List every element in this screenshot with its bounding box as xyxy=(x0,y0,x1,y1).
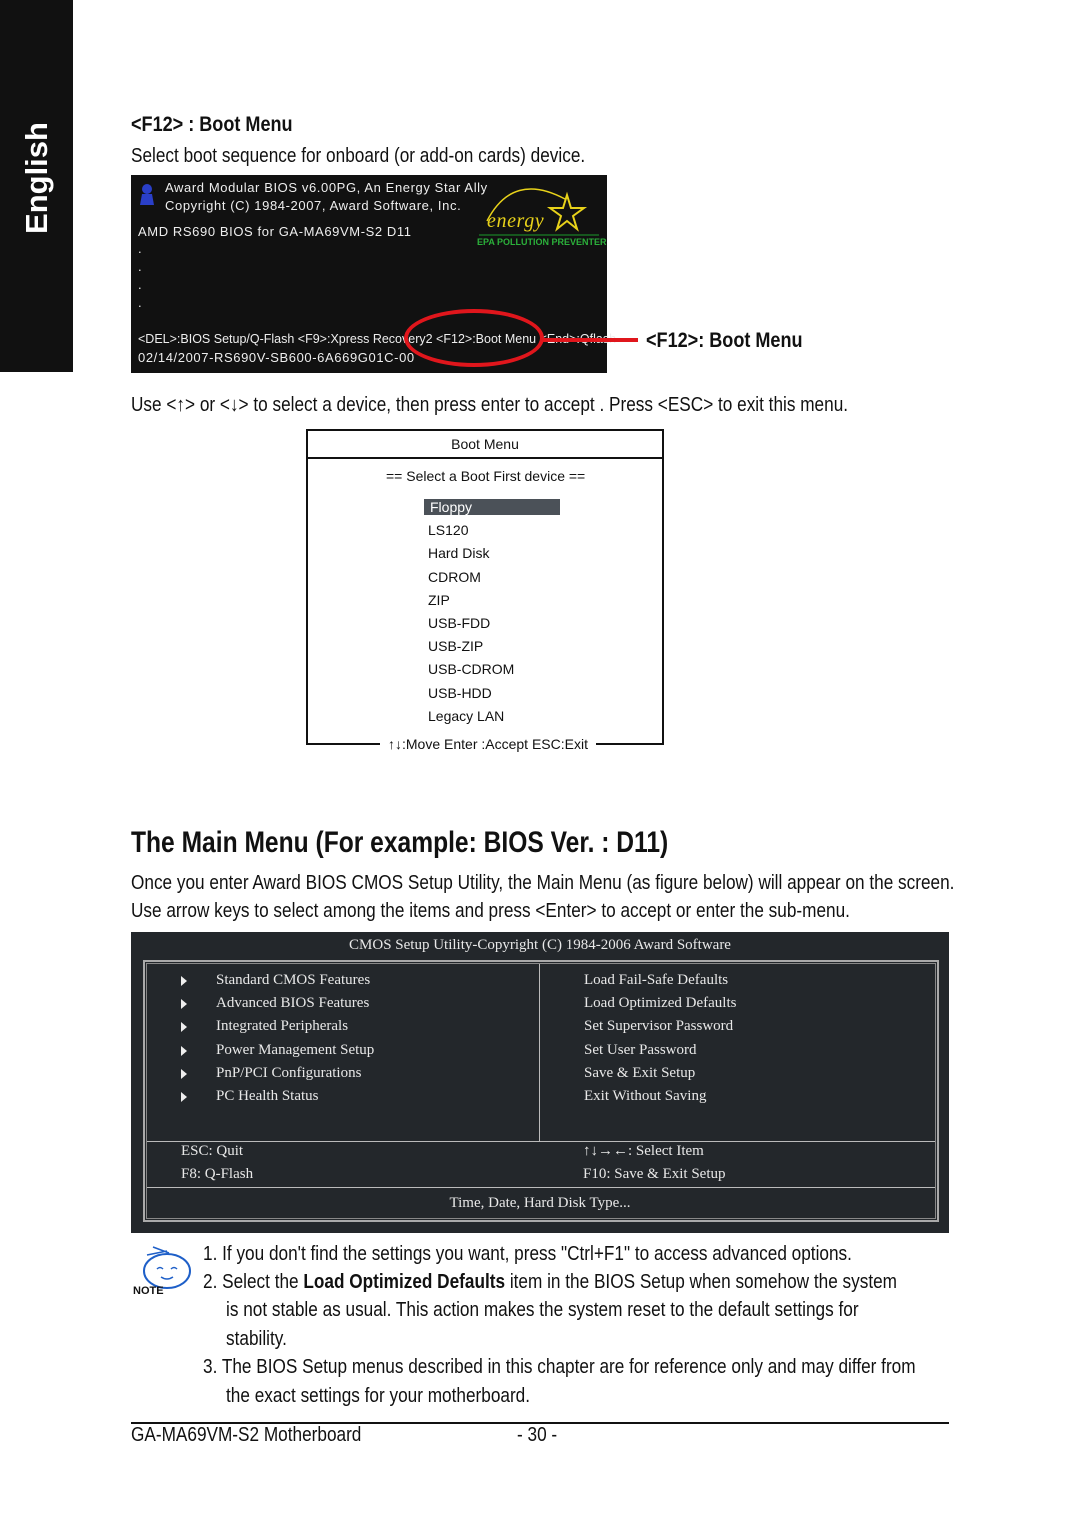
bios-line-2: Copyright (C) 1984-2007, Award Software,… xyxy=(165,198,462,213)
cmos-title: CMOS Setup Utility-Copyright (C) 1984-20… xyxy=(349,937,731,953)
bios-dot: . xyxy=(138,295,143,310)
note-2-line-3: stability. xyxy=(226,1328,287,1350)
highlight-circle xyxy=(404,309,544,367)
key-arrows: ↑↓→←: Select Item xyxy=(583,1143,704,1159)
footer-model: GA-MA69VM-S2 Motherboard xyxy=(131,1424,362,1446)
bios-line-1: Award Modular BIOS v6.00PG, An Energy St… xyxy=(165,180,488,195)
submenu-arrow-icon xyxy=(181,1022,187,1033)
page-number: - 30 - xyxy=(517,1424,558,1446)
boot-device-item[interactable]: LS120 xyxy=(428,522,468,538)
boot-menu-window: Boot Menu == Select a Boot First device … xyxy=(306,429,664,752)
menu-item[interactable]: Standard CMOS Features xyxy=(216,972,370,989)
menu-item[interactable]: Load Optimized Defaults xyxy=(584,995,736,1012)
menu-item[interactable]: Integrated Peripherals xyxy=(216,1018,348,1035)
key-f10: F10: Save & Exit Setup xyxy=(583,1166,726,1182)
language-tab: English xyxy=(0,0,73,372)
bios-dot: . xyxy=(138,259,143,274)
boot-device-item[interactable]: USB-HDD xyxy=(428,685,492,701)
award-logo-icon xyxy=(140,183,154,205)
note-2: 2. Select the Load Optimized Defaults it… xyxy=(203,1271,898,1293)
menu-item[interactable]: Load Fail-Safe Defaults xyxy=(584,972,728,989)
cmos-help-text: Time, Date, Hard Disk Type... xyxy=(449,1195,631,1211)
divider xyxy=(539,964,540,1141)
menu-item[interactable]: Set Supervisor Password xyxy=(584,1018,733,1035)
boot-device-item[interactable]: Floppy xyxy=(424,499,560,515)
menu-item[interactable]: Save & Exit Setup xyxy=(584,1065,695,1082)
boot-menu-footer: ↑↓:Move Enter :Accept ESC:Exit xyxy=(380,736,596,752)
cmos-setup-screen: CMOS Setup Utility-Copyright (C) 1984-20… xyxy=(131,932,949,1233)
divider xyxy=(147,1141,935,1142)
note-label: NOTE xyxy=(133,1285,164,1297)
submenu-arrow-icon xyxy=(181,999,187,1010)
language-label: English xyxy=(18,122,54,234)
energy-star-logo: energy EPA POLLUTION PREVENTER xyxy=(477,181,607,249)
epa-pollution-preventer-text: EPA POLLUTION PREVENTER xyxy=(477,237,607,247)
note-1: 1. If you don't find the settings you wa… xyxy=(203,1243,852,1265)
note-3: 3. The BIOS Setup menus described in thi… xyxy=(203,1356,916,1378)
svg-text:energy: energy xyxy=(487,210,544,232)
key-f8: F8: Q-Flash xyxy=(181,1166,254,1182)
menu-item[interactable]: Exit Without Saving xyxy=(584,1088,706,1105)
boot-instructions: Use <↑> or <↓> to select a device, then … xyxy=(131,394,849,416)
menu-item[interactable]: PC Health Status xyxy=(216,1088,319,1105)
boot-menu-subtitle: == Select a Boot First device == xyxy=(386,468,586,484)
submenu-arrow-icon xyxy=(181,976,187,986)
bios-line-3: AMD RS690 BIOS for GA-MA69VM-S2 D11 xyxy=(138,224,412,239)
boot-device-item[interactable]: Hard Disk xyxy=(428,545,489,561)
divider xyxy=(147,1187,935,1188)
key-esc: ESC: Quit xyxy=(181,1143,244,1159)
menu-item[interactable]: Power Management Setup xyxy=(216,1042,374,1059)
bios-dot: . xyxy=(138,277,143,292)
main-menu-heading: The Main Menu (For example: BIOS Ver. : … xyxy=(131,826,669,859)
boot-device-item[interactable]: USB-FDD xyxy=(428,615,490,631)
note-icon: NOTE xyxy=(133,1243,195,1299)
boot-menu-intro: Select boot sequence for onboard (or add… xyxy=(131,145,586,167)
menu-item[interactable]: PnP/PCI Configurations xyxy=(216,1065,361,1082)
bios-id-string: 02/14/2007-RS690V-SB600-6A669G01C-00 xyxy=(138,350,415,365)
boot-device-item[interactable]: USB-ZIP xyxy=(428,638,483,654)
submenu-arrow-icon xyxy=(181,1045,187,1056)
submenu-arrow-icon xyxy=(181,1092,187,1102)
boot-menu-title: Boot Menu xyxy=(308,431,662,459)
submenu-arrow-icon xyxy=(181,1068,187,1079)
note-2-line-2: is not stable as usual. This action make… xyxy=(226,1299,859,1321)
main-menu-para-1: Once you enter Award BIOS CMOS Setup Uti… xyxy=(131,872,955,894)
bios-dot: . xyxy=(138,241,143,256)
boot-device-item[interactable]: USB-CDROM xyxy=(428,661,514,677)
boot-menu-heading: <F12> : Boot Menu xyxy=(131,113,293,136)
callout-line xyxy=(540,338,638,342)
boot-device-item[interactable]: Legacy LAN xyxy=(428,708,504,724)
boot-device-item[interactable]: CDROM xyxy=(428,569,481,585)
menu-item[interactable]: Advanced BIOS Features xyxy=(216,995,369,1012)
note-3-line-2: the exact settings for your motherboard. xyxy=(226,1385,531,1407)
main-menu-para-2: Use arrow keys to select among the items… xyxy=(131,900,850,922)
f12-callout: <F12>: Boot Menu xyxy=(646,329,803,352)
menu-item[interactable]: Set User Password xyxy=(584,1042,697,1059)
boot-device-item[interactable]: ZIP xyxy=(428,592,450,608)
